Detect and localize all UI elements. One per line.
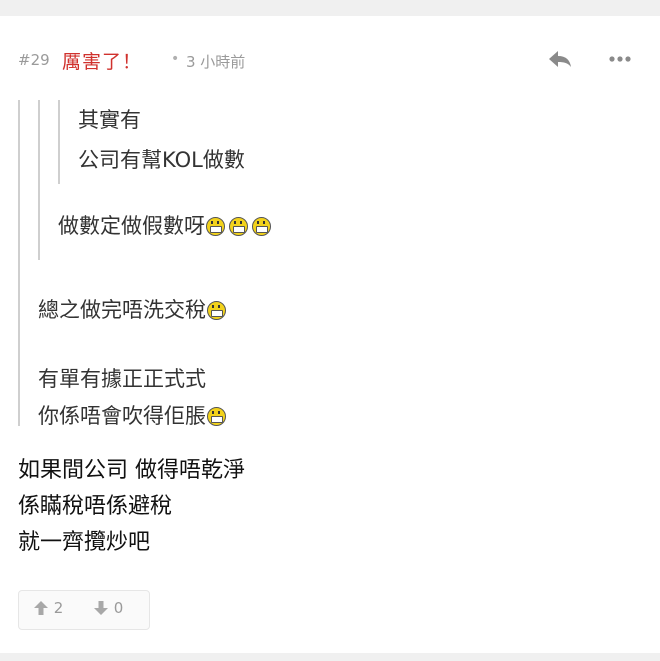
quote-level1-line2: 有單有據正正式式: [38, 367, 206, 391]
author-name[interactable]: 厲害了！: [62, 47, 142, 74]
more-options-icon[interactable]: [606, 48, 634, 70]
comment-header: #29 厲害了！ • 3 小時前: [18, 46, 642, 74]
comment-body-line3: 就一齊攬炒吧: [18, 530, 151, 555]
post-number[interactable]: #29: [18, 51, 50, 69]
upvote-button[interactable]: 2: [33, 599, 63, 617]
arrow-up-icon: [34, 601, 48, 615]
quote-level1-line1: 總之做完唔洗交稅: [38, 293, 229, 327]
quote-level3-line2: 公司有幫KOL做數: [78, 148, 245, 172]
comment-body-line1: 如果間公司 做得唔乾淨: [18, 458, 245, 483]
comment-card: #29 厲害了！ • 3 小時前 其實有 公司有幫KOL做數 做數定做假數呀 總…: [0, 16, 660, 653]
comment-body-line2: 係瞞稅唔係避稅: [18, 494, 173, 519]
quote-bar-level1: [18, 100, 20, 426]
downvote-count: 0: [113, 599, 124, 617]
quote-level1-text-a: 總之做完唔洗交稅: [38, 298, 206, 322]
quote-level2-line: 做數定做假數呀: [58, 209, 274, 243]
grin-emoji-icon: [207, 301, 226, 320]
quote-bar-level2: [38, 100, 40, 260]
downvote-button[interactable]: 0: [93, 599, 123, 617]
quote-level3-line1: 其實有: [78, 108, 141, 132]
grin-emoji-icon: [252, 217, 271, 236]
quote-level2-text: 做數定做假數呀: [58, 214, 205, 238]
reply-icon[interactable]: [546, 48, 574, 70]
grin-emoji-icon: [207, 407, 226, 426]
separator-dot: •: [171, 51, 180, 67]
quote-level1-line3: 你係唔會吹得佢脹: [38, 399, 229, 433]
vote-bar: 2 0: [18, 590, 150, 630]
arrow-down-icon: [94, 601, 108, 615]
grin-emoji-icon: [229, 217, 248, 236]
quote-level1-text-b: 你係唔會吹得佢脹: [38, 404, 206, 428]
upvote-count: 2: [53, 599, 64, 617]
grin-emoji-icon: [206, 217, 225, 236]
quote-bar-level3: [58, 100, 60, 184]
post-time: 3 小時前: [186, 53, 246, 71]
